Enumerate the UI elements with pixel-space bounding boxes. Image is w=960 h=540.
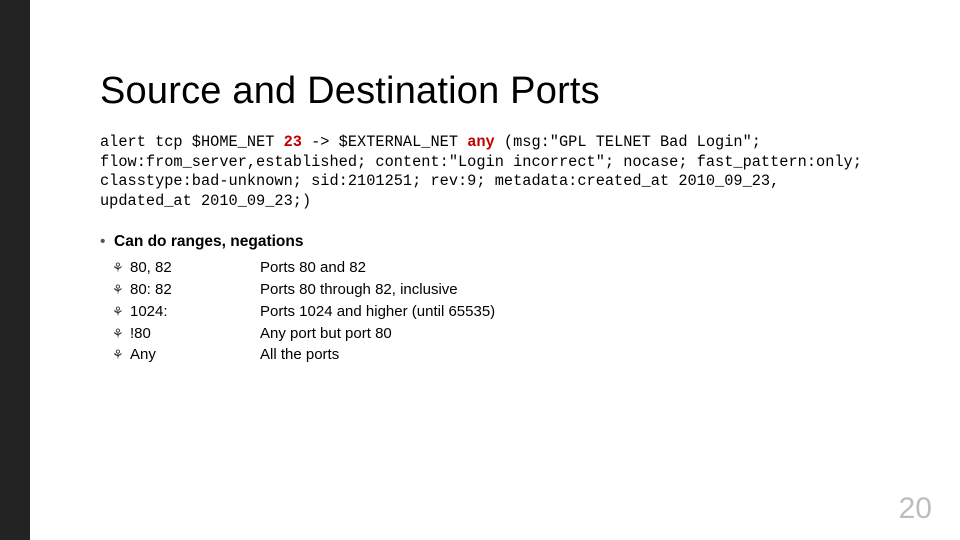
rule-text-mid: -> $EXTERNAL_NET bbox=[302, 133, 467, 151]
range-desc: Ports 80 through 82, inclusive bbox=[260, 279, 870, 301]
rule-port-source: 23 bbox=[284, 133, 302, 151]
link-icon: ⚘ bbox=[100, 325, 130, 344]
list-item: ⚘ 80, 82 Ports 80 and 82 bbox=[100, 257, 870, 279]
subheading-text: Can do ranges, negations bbox=[114, 233, 303, 250]
list-item: ⚘ !80 Any port but port 80 bbox=[100, 323, 870, 345]
link-icon: ⚘ bbox=[100, 346, 130, 365]
range-expr: 1024: bbox=[130, 301, 260, 323]
page-title: Source and Destination Ports bbox=[100, 70, 870, 113]
subheading-row: •Can do ranges, negations bbox=[100, 233, 870, 251]
range-desc: Ports 1024 and higher (until 65535) bbox=[260, 301, 870, 323]
list-item: ⚘ 80: 82 Ports 80 through 82, inclusive bbox=[100, 279, 870, 301]
range-expr: Any bbox=[130, 344, 260, 366]
slide-number: 20 bbox=[899, 492, 932, 526]
ranges-list: ⚘ 80, 82 Ports 80 and 82 ⚘ 80: 82 Ports … bbox=[100, 257, 870, 366]
sidebar-accent bbox=[0, 0, 30, 540]
range-desc: Ports 80 and 82 bbox=[260, 257, 870, 279]
range-expr: 80, 82 bbox=[130, 257, 260, 279]
rule-text-pre: alert tcp $HOME_NET bbox=[100, 133, 284, 151]
range-desc: Any port but port 80 bbox=[260, 323, 870, 345]
link-icon: ⚘ bbox=[100, 281, 130, 300]
range-expr: 80: 82 bbox=[130, 279, 260, 301]
snort-rule-block: alert tcp $HOME_NET 23 -> $EXTERNAL_NET … bbox=[100, 133, 870, 211]
link-icon: ⚘ bbox=[100, 259, 130, 278]
slide-content: Source and Destination Ports alert tcp $… bbox=[100, 70, 870, 366]
rule-port-dest: any bbox=[467, 133, 495, 151]
list-item: ⚘ Any All the ports bbox=[100, 344, 870, 366]
link-icon: ⚘ bbox=[100, 303, 130, 322]
range-desc: All the ports bbox=[260, 344, 870, 366]
list-item: ⚘ 1024: Ports 1024 and higher (until 655… bbox=[100, 301, 870, 323]
range-expr: !80 bbox=[130, 323, 260, 345]
bullet-icon: • bbox=[100, 233, 114, 251]
